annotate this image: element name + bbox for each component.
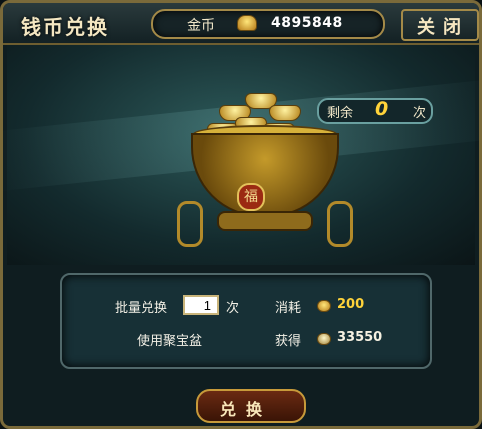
gold-ingot-icon	[269, 105, 301, 121]
gold-coin-icon	[317, 300, 331, 312]
window-title: 钱币兑换	[21, 15, 109, 39]
title-bar: 钱币兑换 金币 4895848 关闭	[3, 3, 479, 45]
silver-coin-icon	[317, 333, 331, 345]
remaining-label: 剩余	[327, 106, 354, 121]
close-button-label: 关闭	[417, 17, 469, 38]
batch-exchange-label: 批量兑换	[115, 301, 168, 316]
remaining-count-box: 剩余 0 次	[317, 98, 433, 124]
fortune-emblem-icon: 福	[237, 183, 265, 211]
gold-label: 金币	[187, 18, 215, 34]
exchange-options-panel	[60, 273, 432, 369]
gain-value: 33550	[337, 330, 383, 345]
bowl-handle-left	[177, 201, 203, 247]
bowl-handle-right	[327, 201, 353, 247]
cost-label: 消耗	[275, 301, 302, 316]
cost-value: 200	[337, 297, 365, 312]
gold-balance-value: 4895848	[271, 15, 343, 31]
treasure-bowl-base	[217, 211, 313, 231]
remaining-value: 0	[375, 98, 389, 120]
use-treasure-bowl-label: 使用聚宝盆	[137, 334, 203, 349]
remaining-unit: 次	[413, 106, 427, 121]
exchange-button[interactable]: 兑换	[196, 389, 306, 423]
quantity-input[interactable]	[183, 295, 219, 315]
close-button[interactable]: 关闭	[401, 9, 479, 41]
currency-exchange-window: 钱币兑换 金币 4895848 关闭 福 剩余 0 次 批量兑换 次 消耗 20…	[0, 0, 482, 429]
gold-balance-panel: 金币 4895848	[151, 9, 385, 39]
gold-coin-icon	[237, 15, 257, 31]
exchange-button-label: 兑换	[220, 400, 273, 419]
gain-label: 获得	[275, 334, 302, 349]
quantity-unit: 次	[226, 301, 240, 316]
